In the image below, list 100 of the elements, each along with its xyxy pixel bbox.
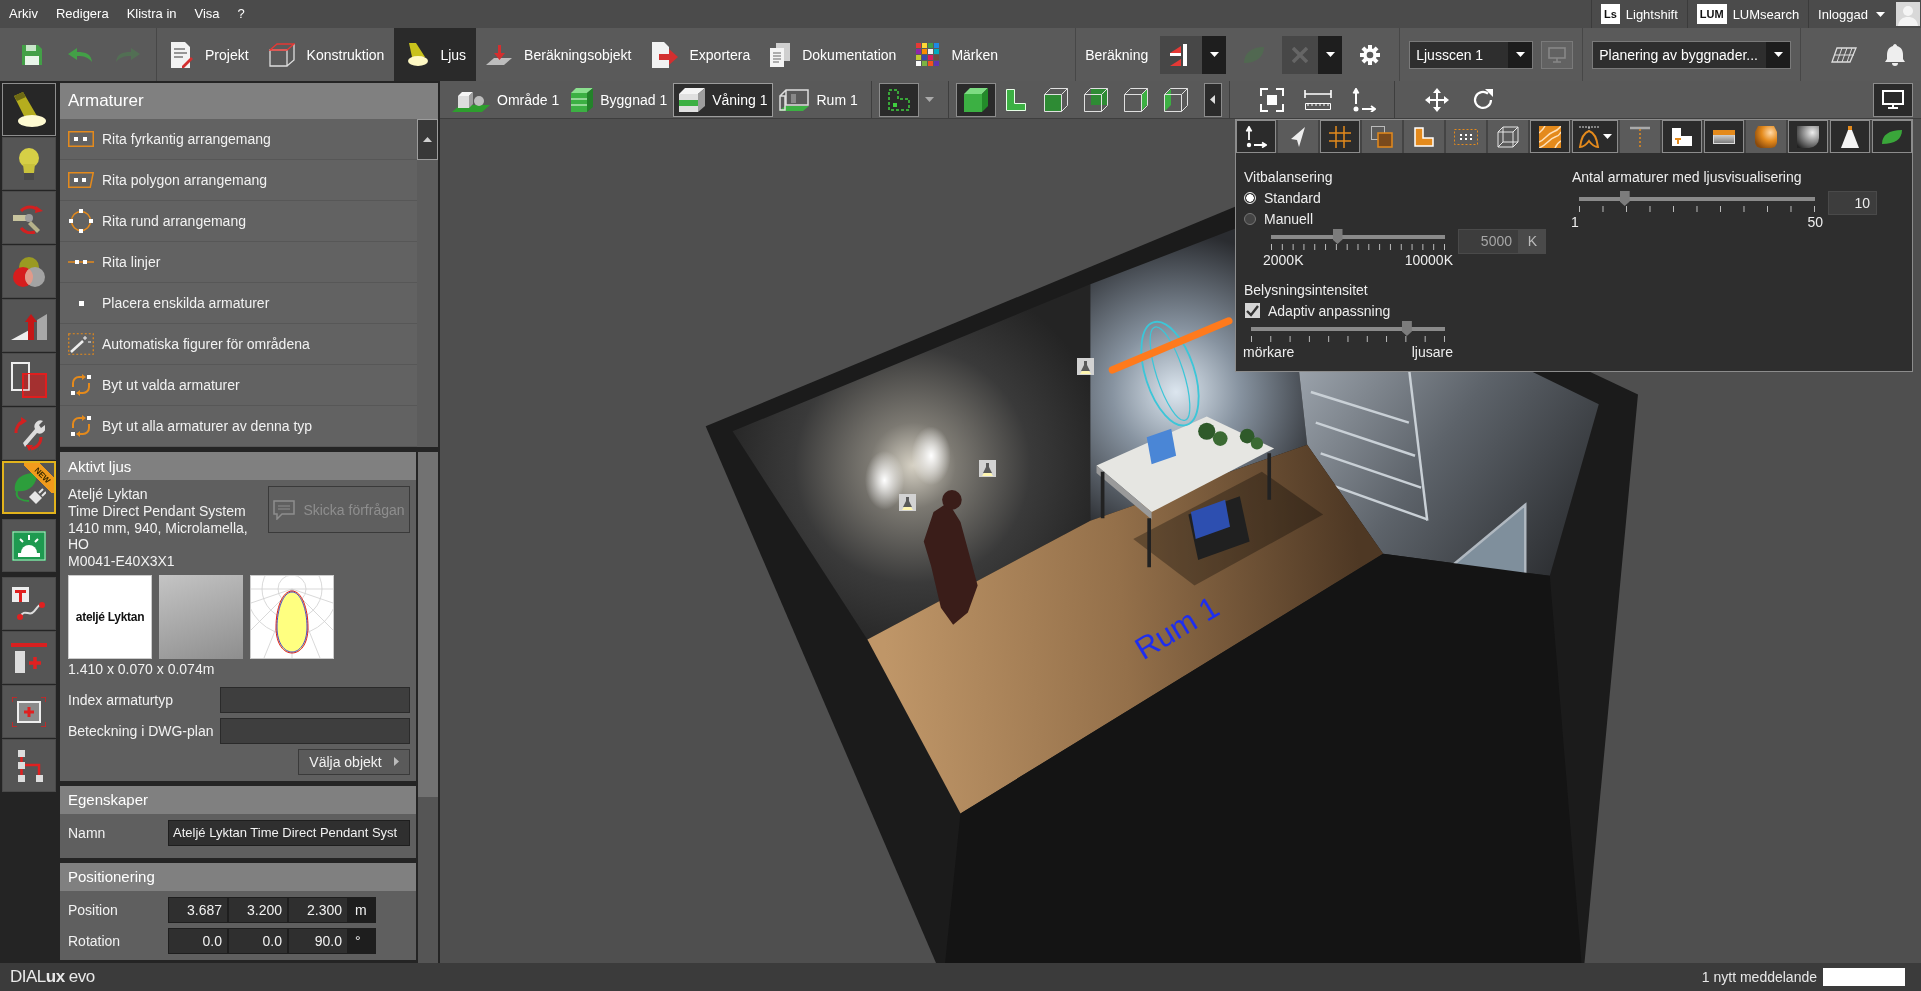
document-pencil-icon [171, 41, 193, 68]
slider-thumb[interactable] [1619, 191, 1630, 206]
display-toggle[interactable] [1488, 120, 1528, 153]
wire-cube-icon [1497, 125, 1519, 148]
display-toggle[interactable] [1746, 120, 1786, 153]
number-field[interactable]: 3.687 [168, 897, 228, 923]
toolbar-tab[interactable]: Dokumentation [760, 28, 907, 81]
wire-cube-icon [1083, 87, 1108, 112]
menu-item[interactable]: Visa [185, 0, 229, 28]
display-toggle[interactable] [1278, 120, 1318, 153]
display-toggle[interactable] [1620, 120, 1660, 153]
scale-label: ljusare [1411, 344, 1453, 360]
display-toggle[interactable] [1872, 120, 1912, 153]
display-toggle[interactable] [1704, 120, 1744, 153]
scale-label: 10000K [1404, 252, 1453, 268]
floor-plan-button[interactable] [878, 82, 919, 117]
breadcrumb-item[interactable]: Rum 1 [773, 82, 864, 117]
fit-view-icon [1259, 87, 1284, 112]
radio-button[interactable] [1244, 212, 1256, 225]
input-field[interactable] [220, 687, 410, 713]
tool-list-item[interactable]: Rita fyrkantig arrangemang [60, 119, 417, 160]
display-toggle[interactable] [1362, 120, 1402, 153]
wall-plus-icon [11, 642, 47, 673]
tool-list-item[interactable]: Byt ut valda armaturer [60, 365, 417, 406]
view-mode-button[interactable] [955, 82, 996, 117]
service-link[interactable]: Lightshift [1625, 6, 1678, 22]
luminaire-marker-icon [899, 494, 916, 511]
display-toggle[interactable] [1530, 120, 1570, 153]
scrollbar[interactable] [417, 119, 438, 447]
number-field[interactable]: 0.0 [168, 928, 228, 954]
display-toggle[interactable] [1788, 120, 1828, 153]
slider-thumb[interactable] [1401, 321, 1412, 336]
input-field[interactable] [220, 718, 410, 744]
select-object-button[interactable]: Välja objekt [298, 749, 410, 775]
tool-list-item[interactable]: Rita polygon arrangemang [60, 160, 417, 201]
menu-item[interactable]: Redigera [46, 0, 118, 28]
sidebar-tool[interactable] [2, 685, 56, 738]
notification-message[interactable]: 1 nytt meddelande [1701, 969, 1817, 985]
breadcrumb-item[interactable]: Område 1 [446, 82, 566, 117]
sidebar-tool[interactable] [2, 353, 56, 406]
menu-item[interactable]: ? [228, 0, 254, 28]
breadcrumb-item[interactable]: Byggnad 1 [565, 82, 674, 117]
tool-list-item[interactable]: Rita linjer [60, 242, 417, 283]
toolbar-tab[interactable]: Ljus [394, 28, 477, 81]
calculate-button[interactable] [1160, 35, 1203, 74]
display-toggle[interactable] [1446, 120, 1486, 153]
tool-list-item[interactable]: Placera enskilda armaturer [60, 283, 417, 324]
display-toggle[interactable] [1662, 120, 1702, 153]
bell-icon [1885, 43, 1905, 66]
checkbox-label[interactable]: Adaptiv anpassning [1268, 302, 1391, 319]
display-toggle[interactable] [1404, 120, 1444, 153]
menu-item[interactable]: Klistra in [117, 0, 186, 28]
sidebar-tool[interactable] [2, 739, 56, 792]
number-field[interactable]: 2.300 [288, 897, 348, 923]
radio-label[interactable]: Manuell [1264, 210, 1314, 227]
light-scene-dropdown[interactable]: Ljusscen 1 [1409, 40, 1534, 69]
sidebar-tool[interactable] [2, 577, 56, 630]
checkmark-icon [1246, 304, 1259, 317]
service-logo: Ls [1600, 4, 1620, 24]
toolbar-tab[interactable]: Exportera [641, 28, 761, 81]
sidebar-tool[interactable] [2, 407, 56, 460]
breadcrumb-item[interactable]: Våning 1 [673, 82, 774, 117]
checkbox[interactable] [1245, 303, 1260, 318]
number-field[interactable]: 3.200 [228, 897, 288, 923]
toolbar-tab[interactable]: Projekt [161, 28, 259, 81]
count-field[interactable]: 10 [1828, 191, 1877, 215]
radio-label[interactable]: Standard [1264, 189, 1321, 206]
sidebar-tool[interactable] [2, 631, 56, 684]
dropdown-button[interactable] [1202, 35, 1227, 74]
toolbar-tab[interactable]: Märken [906, 28, 1009, 81]
number-field[interactable]: 90.0 [288, 928, 348, 954]
office-chair [1188, 496, 1250, 560]
menu-item[interactable]: Arkiv [0, 0, 47, 28]
toolbar-tab[interactable]: Beräkningsobjekt [476, 28, 642, 81]
scroll-up-button[interactable] [417, 119, 438, 160]
display-toggle[interactable] [1236, 120, 1276, 153]
sidebar-tool[interactable] [2, 83, 56, 136]
scrollbar[interactable] [418, 452, 438, 963]
tool-list-item[interactable]: Automatiska figurer för områdena [60, 324, 417, 365]
sidebar-tool[interactable] [2, 299, 56, 352]
collapse-button[interactable] [1203, 82, 1222, 117]
display-settings-button[interactable] [1873, 82, 1913, 117]
workflow-dropdown[interactable]: Planering av byggnader... [1592, 40, 1791, 69]
section-title: Vitbalansering [1244, 168, 1334, 187]
slider-thumb[interactable] [1332, 229, 1343, 244]
display-toggle[interactable] [1320, 120, 1360, 153]
toolbar-tab[interactable]: Konstruktion [258, 28, 395, 81]
number-field[interactable]: 0.0 [228, 928, 288, 954]
tool-list-item[interactable]: Rita rund arrangemang [60, 201, 417, 242]
sidebar-tool[interactable] [2, 519, 56, 572]
unit-label: K [1519, 229, 1546, 254]
caret-icon [1876, 11, 1885, 17]
scrollbar-thumb[interactable] [418, 452, 438, 797]
panel-header: Armaturer [60, 83, 438, 119]
display-toggle[interactable] [1572, 120, 1618, 153]
name-field[interactable]: Ateljé Lyktan Time Direct Pendant Syst [168, 820, 410, 846]
gradient-bar-icon [1713, 129, 1735, 144]
service-link[interactable]: LUMsearch [1732, 6, 1800, 22]
display-toggle[interactable] [1830, 120, 1870, 153]
tool-list-item[interactable]: Byt ut alla armaturer av denna typ [60, 406, 417, 447]
